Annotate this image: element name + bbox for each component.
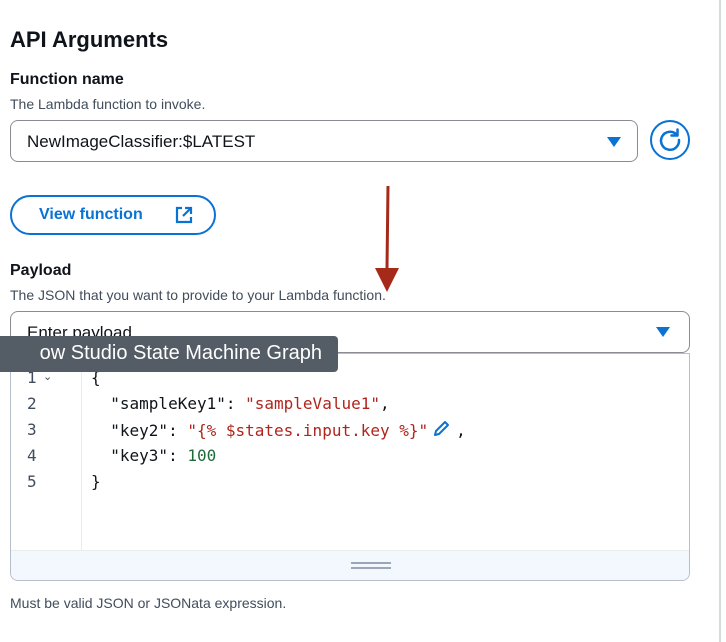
line-number: 5	[27, 472, 37, 491]
edit-pencil-icon[interactable]	[432, 420, 454, 438]
payload-label: Payload	[10, 262, 72, 279]
line-number: 2	[27, 394, 37, 413]
line-number: 4	[27, 446, 37, 465]
line-number-gutter: 1 ⌄ 2 3 4 5	[11, 354, 82, 550]
refresh-icon	[659, 128, 681, 151]
function-name-description: The Lambda function to invoke.	[10, 96, 206, 112]
function-name-value: NewImageClassifier:$LATEST	[27, 132, 256, 151]
line-number: 3	[27, 420, 37, 439]
payload-code-editor[interactable]: 1 ⌄ 2 3 4 5 { "sampleKey1": "sampleValue…	[10, 353, 690, 581]
panel-right-border	[719, 0, 726, 642]
view-function-button[interactable]: View function	[10, 195, 216, 235]
grip-line	[351, 562, 391, 564]
section-heading: API Arguments	[10, 27, 169, 52]
refresh-button[interactable]	[650, 120, 690, 160]
code-line-5: }	[91, 472, 101, 491]
grip-line	[351, 567, 391, 569]
caret-down-icon	[607, 137, 621, 147]
code-line-3: "key2": "{% $states.input.key %}",	[110, 420, 466, 440]
annotation-arrow-icon	[375, 185, 399, 292]
code-line-4: "key3": 100	[110, 446, 217, 465]
tooltip-text: ow Studio State Machine Graph	[39, 342, 322, 364]
code-line-2: "sampleKey1": "sampleValue1",	[110, 394, 390, 413]
function-name-label: Function name	[10, 71, 124, 88]
external-link-icon	[175, 206, 193, 224]
payload-hint: Must be valid JSON or JSONata expression…	[10, 595, 287, 611]
caret-down-icon	[656, 327, 670, 337]
view-function-label: View function	[39, 206, 143, 223]
tooltip: ow Studio State Machine Graph	[0, 336, 338, 372]
payload-description: The JSON that you want to provide to you…	[10, 287, 386, 303]
function-name-select[interactable]: NewImageClassifier:$LATEST	[10, 120, 638, 162]
editor-resize-handle[interactable]	[11, 550, 689, 580]
